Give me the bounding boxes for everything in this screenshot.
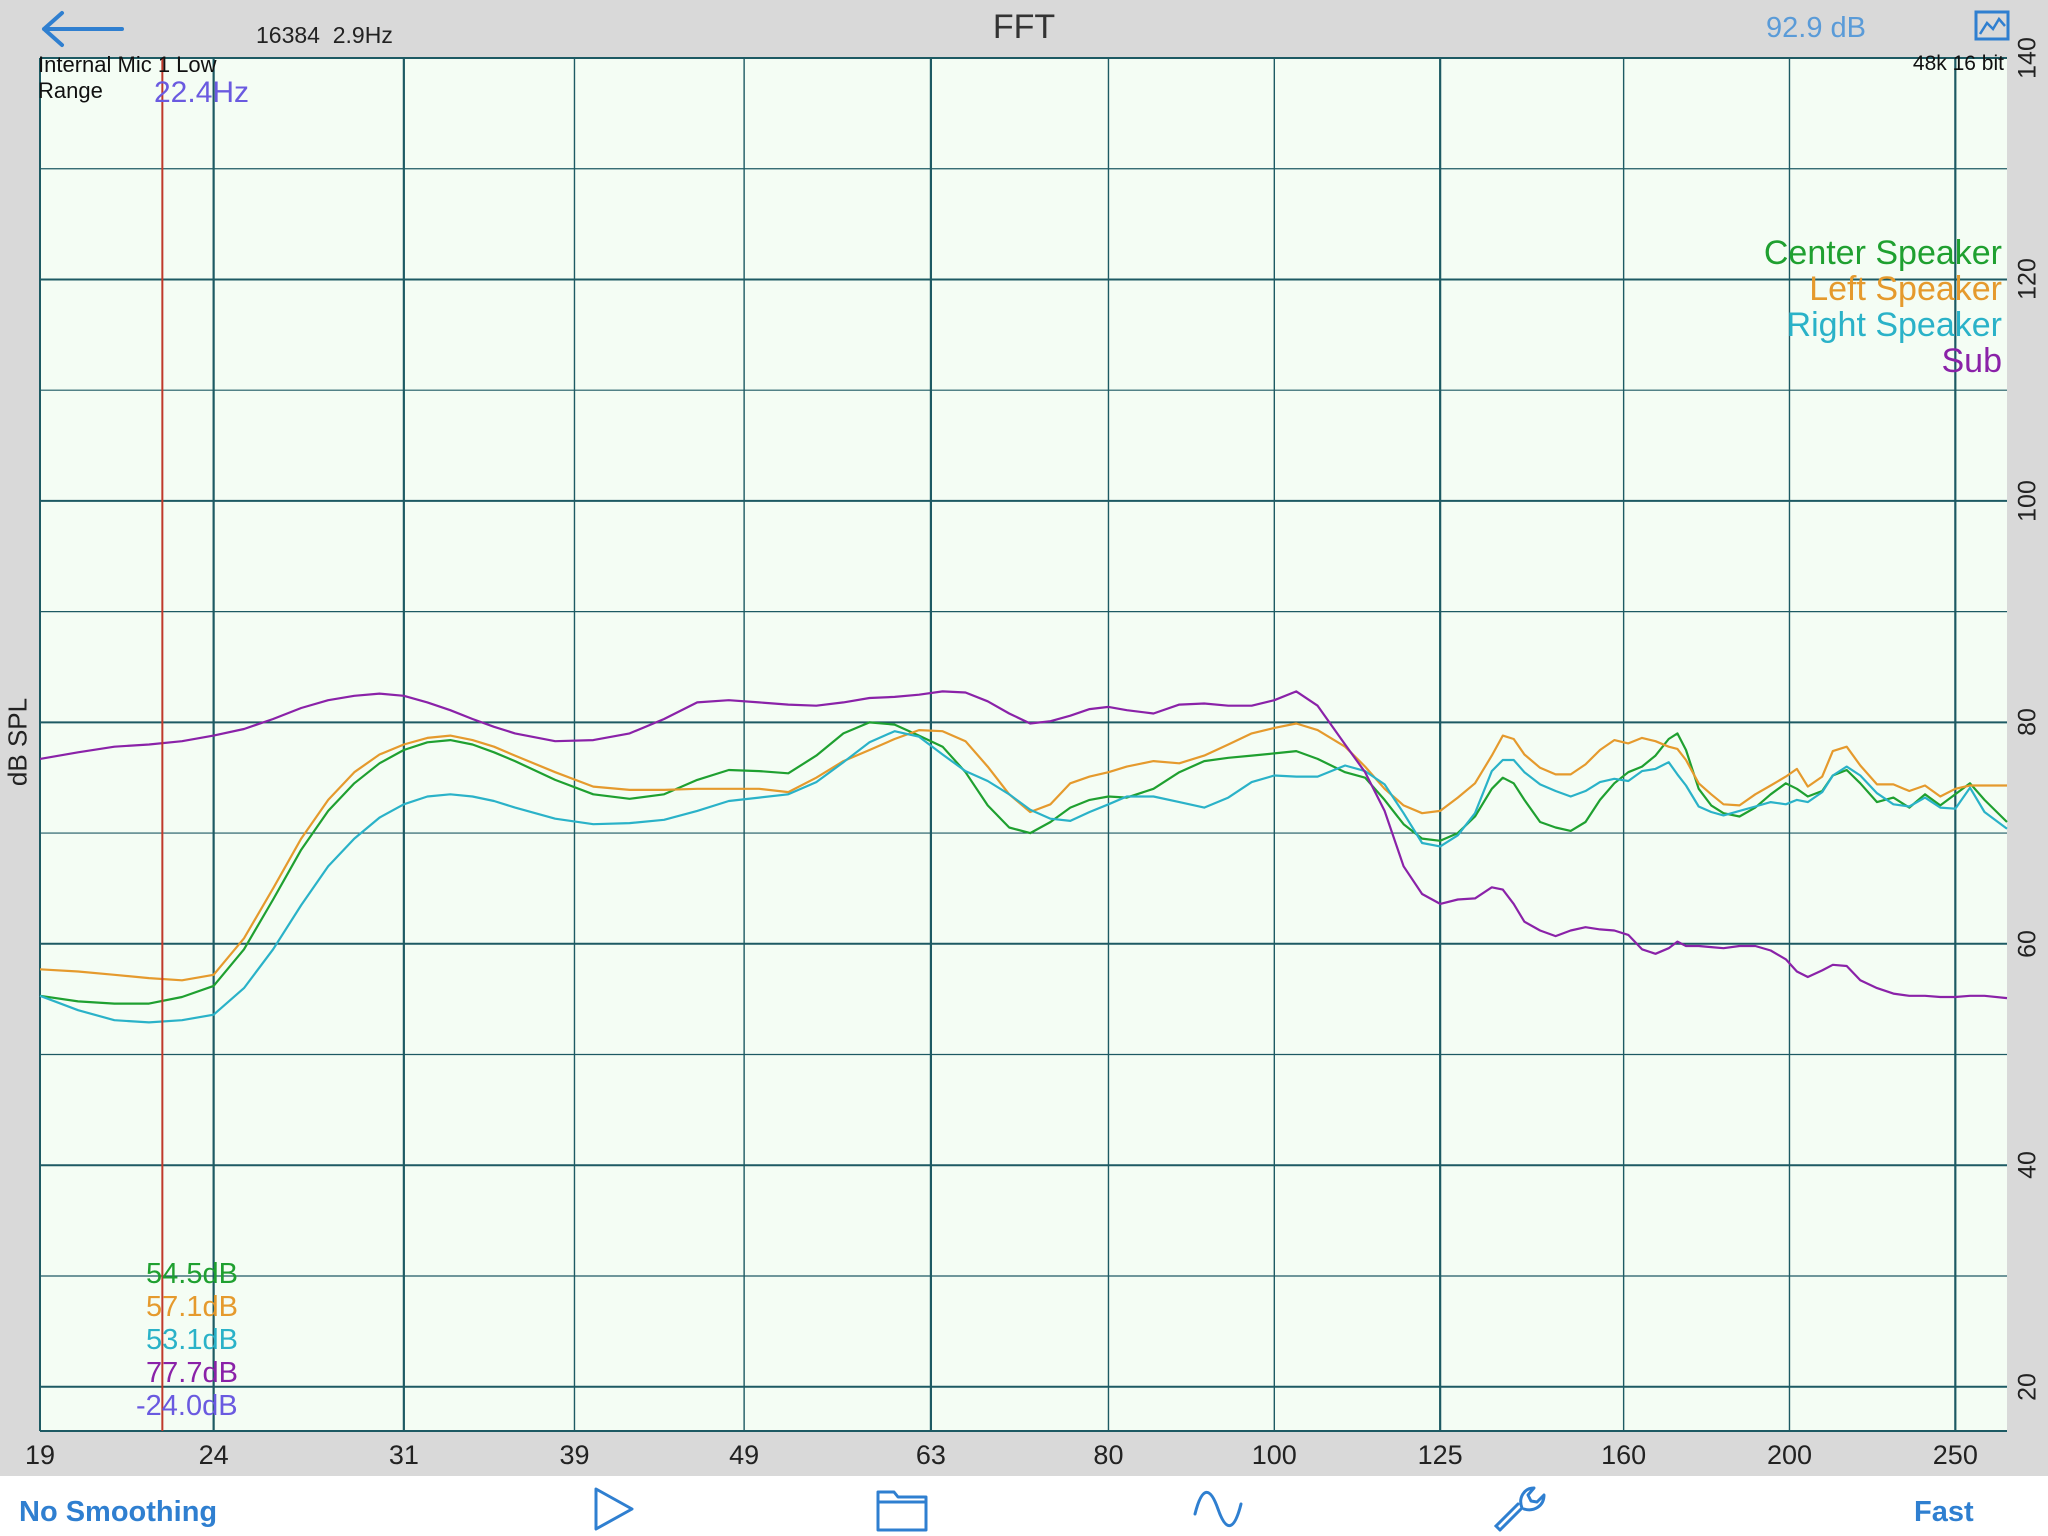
fft-chart (39, 57, 2008, 1432)
x-tick-label: 250 (1932, 1440, 1978, 1470)
sample-format-label: 48k 16 bit (1912, 52, 2004, 75)
cursor-frequency: 22.4Hz (154, 76, 250, 109)
legend-center[interactable]: Center Speaker (1764, 235, 2002, 271)
input-source-label: Internal Mic 1 Low (38, 52, 217, 77)
speed-button[interactable]: Fast (1914, 1496, 1974, 1529)
readout-left: 57.1dB (146, 1291, 238, 1323)
readout-sub: 77.7dB (146, 1357, 238, 1389)
fft-size: 16384 (256, 22, 320, 48)
x-tick-label: 49 (729, 1440, 760, 1470)
x-tick-label: 100 (1251, 1440, 1297, 1470)
x-tick-label: 125 (1417, 1440, 1463, 1470)
y-tick-label: 120 (2013, 258, 2042, 301)
folder-icon[interactable] (876, 1484, 928, 1534)
back-arrow-icon[interactable] (38, 8, 126, 50)
wrench-icon[interactable] (1494, 1484, 1546, 1534)
x-tick-label: 31 (388, 1440, 419, 1470)
y-axis-label: dB SPL (2, 697, 33, 787)
legend-sub[interactable]: Sub (1764, 343, 2003, 379)
y-tick-label: 40 (2013, 1151, 2042, 1180)
x-tick-label: 80 (1093, 1440, 1124, 1470)
y-tick-label: 140 (2013, 37, 2042, 79)
play-icon[interactable] (588, 1484, 640, 1534)
y-tick-label: 100 (2013, 480, 2042, 522)
y-tick-label: 80 (2013, 708, 2042, 737)
y-tick-label: 20 (2013, 1372, 2042, 1401)
cursor-readouts: 54.5dB 57.1dB 53.1dB 77.7dB -24.0dB (136, 1258, 238, 1423)
x-tick-label: 63 (915, 1440, 946, 1470)
level-readout: 92.9 dB (1766, 12, 1866, 44)
readout-right: 53.1dB (146, 1324, 238, 1356)
y-tick-label: 60 (2013, 929, 2042, 958)
readout-center: 54.5dB (146, 1258, 238, 1290)
x-tick-label: 160 (1601, 1440, 1647, 1470)
legend-right[interactable]: Right Speaker (1764, 307, 2002, 343)
readout-gain: -24.0dB (136, 1390, 238, 1422)
range-label[interactable]: Range (38, 78, 103, 104)
legend: Center Speaker Left Speaker Right Speake… (1764, 235, 2002, 379)
x-tick-label: 19 (24, 1440, 56, 1470)
legend-left[interactable]: Left Speaker (1764, 271, 2002, 307)
x-tick-label: 24 (198, 1440, 229, 1470)
fft-settings-info: 16384 2.9Hz (256, 22, 393, 49)
fft-resolution: 2.9Hz (332, 22, 393, 48)
plot-background (40, 58, 2007, 1431)
x-tick-label: 39 (559, 1440, 590, 1470)
graph-view-icon[interactable] (1974, 10, 2010, 42)
smoothing-button[interactable]: No Smoothing (19, 1496, 217, 1529)
bottom-toolbar (0, 1476, 2048, 1536)
sine-wave-icon[interactable] (1192, 1484, 1244, 1534)
x-tick-label: 200 (1766, 1440, 1812, 1470)
